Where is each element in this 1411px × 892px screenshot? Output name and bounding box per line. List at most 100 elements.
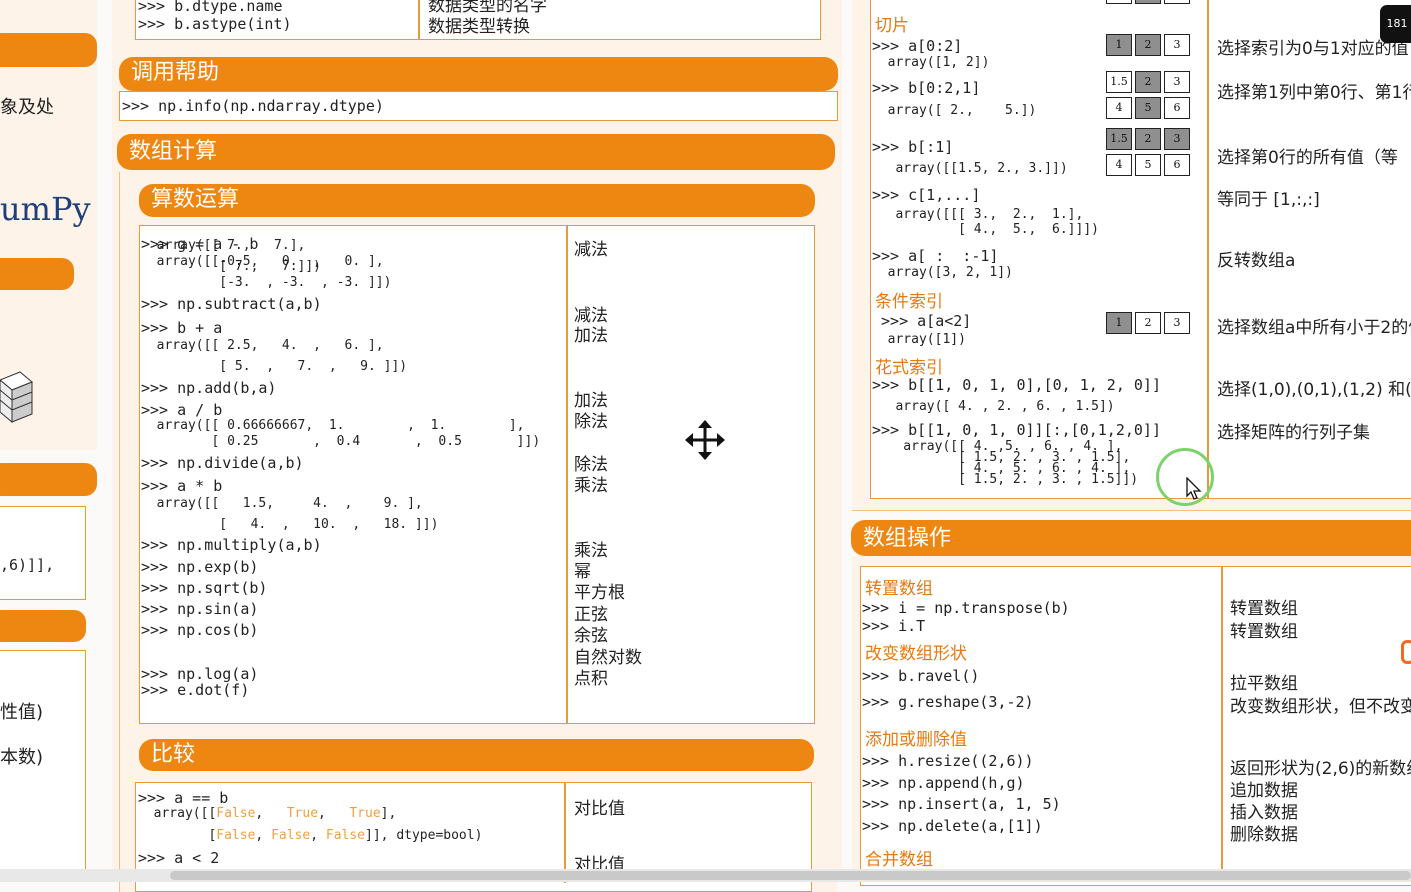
arithmetic-code-line: >>> np.sqrt(b) bbox=[141, 579, 268, 597]
arithmetic-code-line: array([[ 2.5, 4. , 6. ], [ 5. , 7. , 9. … bbox=[156, 338, 408, 374]
arithmetic-code-line: >>> np.cos(b) bbox=[141, 621, 259, 639]
compare-code-2b: , bbox=[255, 806, 287, 821]
mouse-pointer-icon bbox=[1186, 477, 1202, 500]
slice-title: 切片 bbox=[875, 16, 909, 36]
left-text-3: 性值) bbox=[0, 702, 44, 723]
grid-cell: 3 bbox=[1164, 71, 1190, 93]
compare-code-2: array([[False, True, True], bbox=[138, 806, 397, 821]
arithmetic-code-line: >>> np.multiply(a,b) bbox=[141, 536, 322, 554]
index-desc-4: 等同于 [1,:,:] bbox=[1217, 190, 1320, 210]
arithmetic-desc-item: 点积 bbox=[574, 669, 608, 689]
top-partial-cell bbox=[1135, 0, 1161, 4]
grid-cell: 5 bbox=[1135, 154, 1161, 176]
false-4: False bbox=[325, 828, 366, 843]
move-cursor-icon bbox=[685, 420, 725, 460]
help-code: >>> np.info(np.ndarray.dtype) bbox=[122, 97, 384, 115]
fancy-index-title: 花式索引 bbox=[875, 358, 943, 378]
dtype-desc: 数据类型的名字 数据类型转换 bbox=[428, 0, 547, 37]
true-1: True bbox=[286, 806, 319, 821]
index-cmd-7: >>> b[[1, 0, 1, 0],[0, 1, 2, 0]] bbox=[872, 376, 1161, 394]
indexing-panel-bottom bbox=[852, 500, 1411, 511]
arithmetic-code-line: >>> np.exp(b) bbox=[141, 558, 259, 576]
arithmetic-desc-item: 加法 bbox=[574, 326, 608, 346]
grid-cell: 4 bbox=[1106, 154, 1132, 176]
index-desc-5: 反转数组a bbox=[1217, 251, 1296, 271]
compare-code-3c: , bbox=[310, 828, 326, 843]
click-highlight-circle bbox=[1156, 448, 1214, 506]
compare-code-2d: ], bbox=[380, 806, 397, 821]
compare-divider bbox=[564, 783, 566, 883]
transpose-code: >>> i = np.transpose(b) >>> i.T bbox=[862, 599, 1070, 635]
top-partial-cell bbox=[1164, 0, 1190, 4]
dtype-divider bbox=[418, 0, 420, 40]
compare-code-3d: ]], dtype=bool) bbox=[365, 828, 483, 843]
reshape-title: 改变数组形状 bbox=[865, 644, 967, 664]
arithmetic-desc-item: 除法 bbox=[574, 412, 608, 432]
transpose-title: 转置数组 bbox=[865, 579, 933, 599]
arithmetic-code-line: array([[ 7., 7.], [ 7., 7.]]) bbox=[156, 238, 322, 274]
index-desc-8: 选择矩阵的行列子集 bbox=[1217, 423, 1370, 443]
grid-cell: 1.5 bbox=[1106, 71, 1132, 93]
left-section-bar-3 bbox=[0, 463, 97, 496]
arithmetic-code-line: >>> np.subtract(a,b) bbox=[141, 295, 322, 313]
top-partial-cell bbox=[1106, 0, 1132, 4]
array-ops-divider bbox=[1221, 567, 1223, 882]
left-section-bar-4 bbox=[0, 610, 86, 642]
left-section-bar-1 bbox=[0, 33, 97, 67]
grid-cell: 1 bbox=[1106, 34, 1132, 56]
transpose-desc: 转置数组 转置数组 bbox=[1230, 599, 1298, 642]
compare-code-3: [False, False, False]], dtype=bool) bbox=[138, 828, 482, 843]
index-out-7: array([ 4. , 2. , 6. , 1.5]) bbox=[872, 399, 1115, 414]
help-title: 调用帮助 bbox=[119, 57, 838, 91]
index-desc-2: 选择第1列中第0行、第1行的值 bbox=[1217, 83, 1411, 103]
arithmetic-code-line: >>> np.sin(a) bbox=[141, 600, 259, 618]
compare-desc-1: 对比值 bbox=[574, 799, 625, 819]
reshape-code: >>> g.reshape(3,-2) bbox=[862, 693, 1034, 711]
array-math-title: 数组计算 bbox=[117, 134, 835, 170]
grid-cell: 6 bbox=[1164, 97, 1190, 119]
arithmetic-code-line: >>> e.dot(f) bbox=[141, 681, 250, 699]
grid-cell: 3 bbox=[1164, 312, 1190, 334]
arithmetic-code-line: >>> np.add(b,a) bbox=[141, 379, 277, 397]
false-3: False bbox=[271, 828, 311, 843]
index-desc-6: 选择数组a中所有小于2的值 bbox=[1217, 318, 1411, 338]
index-desc-7: 选择(1,0),(0,1),(1,2) 和(0,0) bbox=[1217, 380, 1411, 400]
merge-title: 合并数组 bbox=[865, 850, 933, 870]
reshape-desc: 拉平数组 改变数组形状，但不改变数据 bbox=[1230, 674, 1411, 717]
array-ops-title: 数组操作 bbox=[851, 520, 1411, 556]
left-text-1: 象及处 bbox=[0, 97, 54, 118]
compare-code-3a: [ bbox=[138, 828, 217, 843]
index-out-2: array([ 2., 5.]) bbox=[872, 103, 1037, 118]
index-cmd-8: >>> b[[1, 0, 1, 0]][:,[0,1,2,0]] bbox=[872, 421, 1161, 439]
index-out-3: array([[1.5, 2., 3.]]) bbox=[872, 161, 1068, 176]
compare-code-3b: , bbox=[255, 828, 272, 843]
grid-cell: 1 bbox=[1106, 312, 1132, 334]
grid-cell: 4 bbox=[1106, 97, 1132, 119]
ndarray-cube-icon bbox=[0, 371, 33, 424]
index-cmd-1: >>> a[0:2] bbox=[872, 37, 963, 55]
dtype-code: >>> b.dtype.name >>> b.astype(int) bbox=[138, 0, 292, 33]
compare-code-2c: , bbox=[318, 806, 350, 821]
grid-cell: 2 bbox=[1135, 312, 1161, 334]
arithmetic-code-line: >>> a / b bbox=[141, 401, 223, 419]
false-2: False bbox=[216, 828, 256, 843]
index-out-5: array([3, 2, 1]) bbox=[872, 265, 1013, 280]
index-cmd-5: >>> a[ : :-1] bbox=[872, 247, 999, 265]
index-out-1: array([1, 2]) bbox=[872, 55, 990, 70]
horizontal-scrollbar-thumb[interactable] bbox=[170, 871, 1411, 880]
grid-cell: 5 bbox=[1135, 97, 1161, 119]
arithmetic-code-line: array([[ 0.66666667, 1. , 1. ], [ 0.25 ,… bbox=[156, 418, 541, 449]
add-remove-code: >>> h.resize((2,6)) >>> np.append(h,g) >… bbox=[862, 752, 1061, 835]
arithmetic-title: 算数运算 bbox=[139, 184, 815, 217]
index-cmd-3: >>> b[:1] bbox=[872, 138, 954, 156]
arithmetic-desc-item: 乘法 bbox=[574, 476, 608, 496]
grid-cell: 2 bbox=[1135, 128, 1161, 150]
arithmetic-code-line: >>> np.divide(a,b) bbox=[141, 454, 304, 472]
compare-code-4: >>> a < 2 bbox=[138, 849, 220, 867]
cond-index-title: 条件索引 bbox=[875, 292, 943, 312]
index-cmd-6: >>> a[a<2] bbox=[872, 312, 972, 330]
compare-code-2a: array([[ bbox=[138, 806, 217, 821]
grid-cell: 3 bbox=[1164, 128, 1190, 150]
left-code-fragment: ,6)]], bbox=[0, 556, 55, 574]
index-out-6: array([1]) bbox=[872, 332, 966, 347]
